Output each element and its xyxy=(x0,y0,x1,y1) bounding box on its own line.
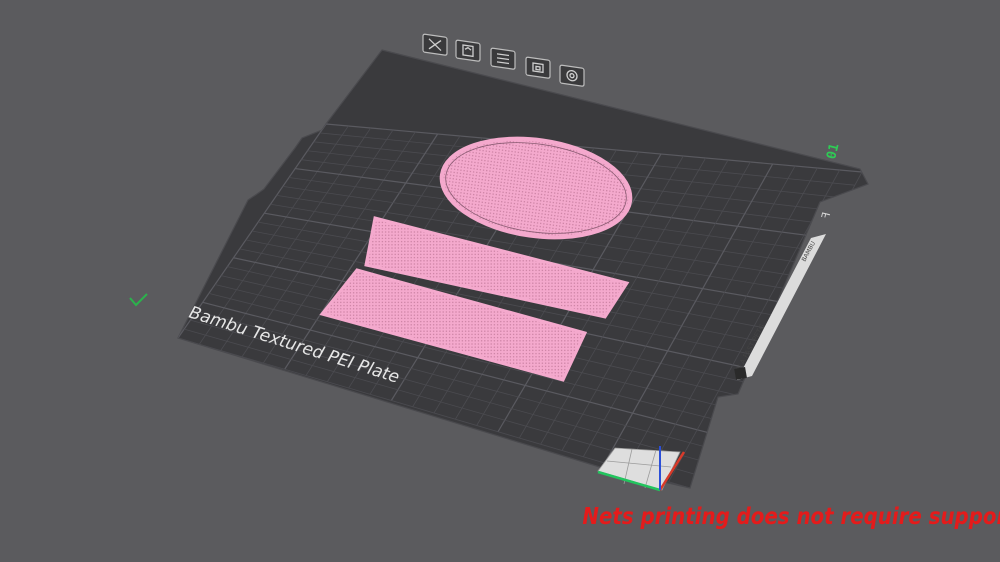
auto-orient-icon[interactable] xyxy=(455,39,481,62)
3d-viewport[interactable]: 01 ꟻ PLA FAST PETG BAMBU Bambu Textured … xyxy=(0,0,1000,562)
caption-text: Nets printing does not require support. xyxy=(582,504,1000,530)
close-icon[interactable] xyxy=(422,33,448,56)
lock-icon[interactable] xyxy=(525,56,551,79)
plate-number: 01 xyxy=(824,142,842,161)
origin-check-icon xyxy=(129,293,148,307)
settings-icon[interactable] xyxy=(559,64,585,87)
arrange-icon[interactable] xyxy=(490,47,516,70)
plate-side-label: ꟻ xyxy=(819,211,833,220)
